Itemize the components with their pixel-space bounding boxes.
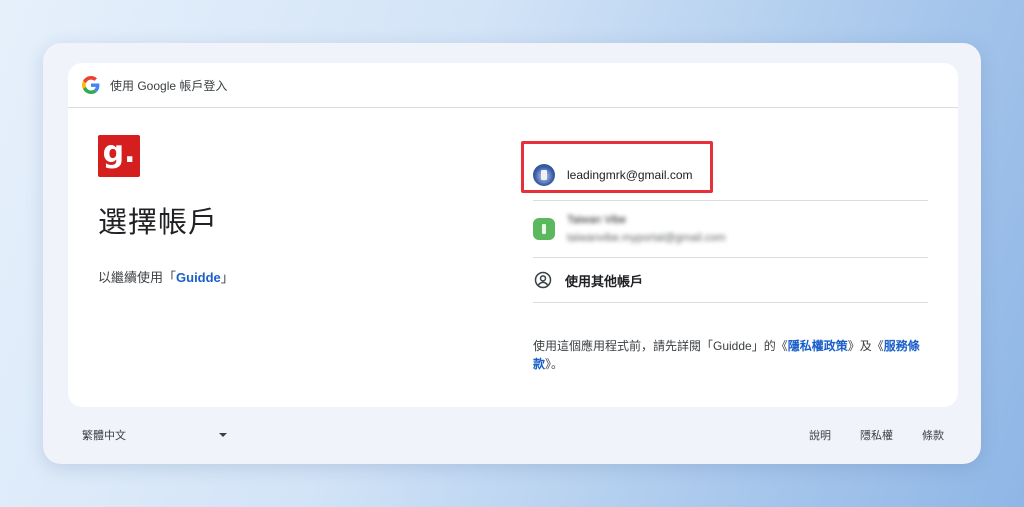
avatar <box>533 164 555 186</box>
guidde-logo-icon: g. <box>98 135 140 177</box>
account-item-blurred[interactable]: Taiwan Vibe taiwanvibe.myportal@gmail.co… <box>533 201 928 258</box>
account-list: leadingmrk@gmail.com Taiwan Vibe taiwanv… <box>521 141 928 373</box>
sign-in-window: 使用 Google 帳戶登入 g. 選擇帳戶 以繼續使用「Guidde」 lea… <box>43 43 981 464</box>
person-circle-icon <box>534 271 552 289</box>
use-other-account-button[interactable]: 使用其他帳戶 <box>533 258 928 303</box>
header: 使用 Google 帳戶登入 <box>68 63 958 108</box>
footer-links: 說明 隱私權 條款 <box>809 427 944 443</box>
left-pane: g. 選擇帳戶 以繼續使用「Guidde」 <box>98 135 234 286</box>
subtitle-app-link[interactable]: Guidde <box>176 270 221 285</box>
page-title: 選擇帳戶 <box>98 205 219 239</box>
caret-down-icon <box>219 433 227 437</box>
sign-in-card: 使用 Google 帳戶登入 g. 選擇帳戶 以繼續使用「Guidde」 lea… <box>68 63 958 407</box>
privacy-text-before: 使用這個應用程式前，請先詳閱「Guidde」的《 <box>533 339 788 353</box>
privacy-policy-link[interactable]: 隱私權政策 <box>788 339 848 353</box>
language-selector[interactable]: 繁體中文 <box>82 427 227 443</box>
account-info: Taiwan Vibe taiwanvibe.myportal@gmail.co… <box>567 214 726 244</box>
footer-link-terms[interactable]: 條款 <box>922 427 944 443</box>
privacy-note: 使用這個應用程式前，請先詳閱「Guidde」的《隱私權政策》及《服務條款》。 <box>533 337 933 373</box>
header-title: 使用 Google 帳戶登入 <box>110 78 228 93</box>
privacy-text-mid: 》及《 <box>847 339 884 353</box>
subtitle-prefix: 以繼續使用「 <box>98 270 177 285</box>
use-other-account-label: 使用其他帳戶 <box>565 273 644 289</box>
account-name: Taiwan Vibe <box>567 214 627 226</box>
footer-link-privacy[interactable]: 隱私權 <box>860 427 893 443</box>
avatar <box>533 218 555 240</box>
footer-link-help[interactable]: 說明 <box>809 427 831 443</box>
logo-letter: g. <box>102 135 136 170</box>
account-item-leadingmrk[interactable]: leadingmrk@gmail.com <box>521 141 928 201</box>
privacy-text-after: 》。 <box>545 357 564 371</box>
account-email: taiwanvibe.myportal@gmail.com <box>567 232 726 244</box>
subtitle-suffix: 」 <box>220 270 234 285</box>
subtitle: 以繼續使用「Guidde」 <box>98 267 234 286</box>
language-value: 繁體中文 <box>82 430 126 442</box>
footer: 繁體中文 說明 隱私權 條款 <box>43 421 981 451</box>
google-g-icon <box>82 76 100 94</box>
